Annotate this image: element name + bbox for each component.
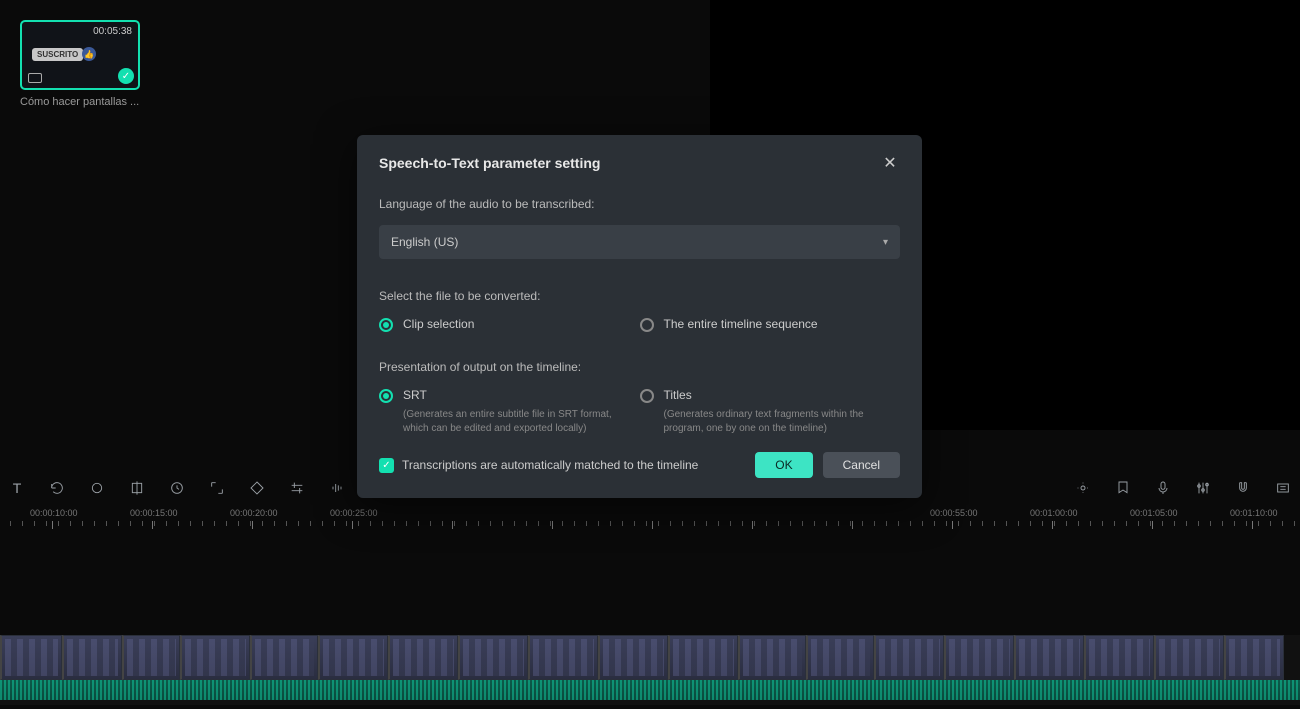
clip-filename: Cómo hacer pantallas ... [20,96,140,108]
close-icon[interactable]: ✕ [880,153,900,173]
radio-icon [640,389,654,403]
dim-icon[interactable] [1074,479,1092,497]
chevron-down-icon: ▾ [883,237,888,248]
radio-label: Titles [664,388,884,402]
video-clip[interactable] [1014,635,1084,680]
video-clip[interactable] [944,635,1014,680]
radio-description: (Generates an entire subtitle file in SR… [403,408,623,436]
color-icon[interactable] [88,479,106,497]
marker-icon[interactable] [1114,479,1132,497]
fit-icon[interactable] [1274,479,1292,497]
selected-check-icon: ✓ [118,68,134,84]
radio-label: The entire timeline sequence [664,317,818,331]
file-select-label: Select the file to be converted: [379,289,900,303]
audio-track[interactable] [0,680,1300,700]
video-clip[interactable] [318,635,388,680]
timeline-ruler[interactable]: 00:00:10:00 00:00:15:00 00:00:20:00 00:00:2… [0,505,1300,529]
media-library: 00:05:38 SUSCRITO 👍 ✓ Cómo hacer pantall… [20,20,140,108]
video-clip[interactable] [180,635,250,680]
language-select[interactable]: English (US) ▾ [379,225,900,259]
radio-description: (Generates ordinary text fragments withi… [664,408,884,436]
speed-icon[interactable] [168,479,186,497]
clip-duration: 00:05:38 [93,26,132,37]
radio-srt[interactable]: SRT (Generates an entire subtitle file i… [379,388,640,436]
video-clip[interactable] [738,635,806,680]
dialog-title: Speech-to-Text parameter setting [379,155,600,171]
video-clip[interactable] [668,635,738,680]
crop-icon[interactable] [128,479,146,497]
radio-titles[interactable]: Titles (Generates ordinary text fragment… [640,388,901,436]
ruler-timestamp: 00:01:00:00 [1030,508,1078,518]
video-track[interactable] [0,635,1300,680]
video-clip[interactable] [806,635,874,680]
ruler-timestamp: 00:00:10:00 [30,508,78,518]
auto-match-checkbox[interactable]: ✓ Transcriptions are automatically match… [379,458,698,473]
undo-icon[interactable] [48,479,66,497]
checkbox-icon: ✓ [379,458,394,473]
adjust-icon[interactable] [288,479,306,497]
keyframe-icon[interactable] [248,479,266,497]
magnet-icon[interactable] [1234,479,1252,497]
checkbox-label: Transcriptions are automatically matched… [402,458,698,472]
radio-entire-timeline[interactable]: The entire timeline sequence [640,317,901,332]
video-clip[interactable] [874,635,944,680]
ruler-timestamp: 00:00:25:00 [330,508,378,518]
video-clip[interactable] [1224,635,1284,680]
output-label: Presentation of output on the timeline: [379,360,900,374]
timeline-tracks[interactable] [0,635,1300,705]
radio-icon [379,318,393,332]
video-clip[interactable] [598,635,668,680]
video-clip[interactable] [458,635,528,680]
ruler-timestamp: 00:01:05:00 [1130,508,1178,518]
video-clip[interactable] [122,635,180,680]
video-clip[interactable] [528,635,598,680]
cancel-button[interactable]: Cancel [823,452,900,478]
suscrito-badge: SUSCRITO [32,48,83,61]
video-clip[interactable] [1154,635,1224,680]
text-tool-icon[interactable]: T [8,479,26,497]
video-clip[interactable] [250,635,318,680]
thumbs-up-icon: 👍 [82,47,96,61]
ruler-timestamp: 00:00:55:00 [930,508,978,518]
expand-icon[interactable] [208,479,226,497]
video-clip[interactable] [1084,635,1154,680]
ok-button[interactable]: OK [755,452,812,478]
radio-icon [379,389,393,403]
speech-to-text-dialog: Speech-to-Text parameter setting ✕ Langu… [357,135,922,498]
video-clip[interactable] [388,635,458,680]
mixer-icon[interactable] [1194,479,1212,497]
language-label: Language of the audio to be transcribed: [379,197,900,211]
radio-label: Clip selection [403,317,474,331]
ruler-timestamp: 00:00:15:00 [130,508,178,518]
ruler-timestamp: 00:00:20:00 [230,508,278,518]
video-clip[interactable] [0,635,62,680]
ruler-timestamp: 00:01:10:00 [1230,508,1278,518]
radio-clip-selection[interactable]: Clip selection [379,317,640,332]
media-clip-thumbnail[interactable]: 00:05:38 SUSCRITO 👍 ✓ [20,20,140,90]
video-clip[interactable] [62,635,122,680]
radio-icon [640,318,654,332]
clip-type-icon [28,73,42,83]
audio-tool-icon[interactable] [328,479,346,497]
radio-label: SRT [403,388,623,402]
mic-icon[interactable] [1154,479,1172,497]
language-value: English (US) [391,235,458,249]
